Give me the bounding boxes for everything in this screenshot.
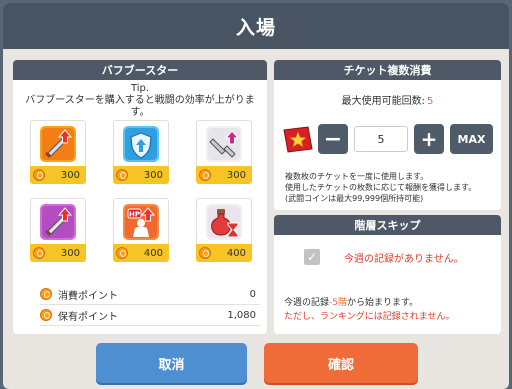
buff-price: 300 — [60, 169, 80, 181]
skip-status: 今週の記録がありません。 — [344, 253, 464, 265]
buff-item[interactable]: 300 — [30, 120, 86, 184]
shield-defense-up-icon — [113, 120, 169, 166]
increase-button[interactable]: + — [414, 124, 444, 154]
potion-hourglass-icon — [196, 198, 252, 244]
max-use-line: 最大使用可能回数: 5 — [274, 92, 501, 107]
max-use-label: 最大使用可能回数: — [341, 96, 425, 107]
cancel-button[interactable]: 取消 — [96, 343, 247, 383]
svg-text:HP: HP — [129, 210, 140, 218]
owned-points-label: 保有ポイント — [58, 311, 118, 323]
tip-text: バフブースターを購入すると戦闘の効率が上がります。 — [25, 95, 255, 118]
skip-note: 今週の記録-5階から始まります。 — [284, 295, 418, 308]
owned-points-value: 1,080 — [227, 309, 256, 321]
buff-item[interactable]: 400 — [196, 198, 252, 262]
buff-price: 400 — [226, 247, 246, 259]
coin-icon — [116, 247, 128, 259]
sword-critical-up-icon — [30, 198, 86, 244]
consumed-points-label: 消費ポイント — [58, 290, 118, 302]
coin-icon — [40, 288, 52, 300]
skip-checkbox[interactable]: ✓ — [304, 249, 320, 265]
floor-skip-title: 階層スキップ — [274, 215, 501, 235]
hp-up-icon: HP — [113, 198, 169, 244]
decrease-button[interactable]: − — [318, 124, 348, 154]
buff-item[interactable]: HP 400 — [113, 198, 169, 262]
desc-line: (武闘コインは最大99,999個所持可能) — [285, 194, 424, 203]
skip-row: ✓ 今週の記録がありません。 — [304, 249, 464, 265]
note-suffix: から始まります。 — [347, 298, 419, 308]
coin-icon — [33, 169, 45, 181]
check-icon: ✓ — [306, 250, 318, 264]
coin-icon — [33, 247, 45, 259]
buff-price: 300 — [60, 247, 80, 259]
floor-skip-panel: 階層スキップ ✓ 今週の記録がありません。 今週の記録-5階から始まります。 た… — [274, 215, 501, 334]
coin-icon — [199, 169, 211, 181]
broken-sword-icon — [196, 120, 252, 166]
coin-icon — [40, 309, 52, 321]
max-use-value: 5 — [427, 96, 434, 107]
ticket-description: 複数枚のチケットを一度に使用します。 使用したチケットの枚数に応じて報酬を獲得し… — [285, 171, 476, 204]
max-button[interactable]: MAX — [450, 124, 493, 154]
desc-line: 複数枚のチケットを一度に使用します。 — [285, 172, 429, 181]
ticket-panel-title: チケット複数消費 — [274, 60, 501, 80]
sword-attack-up-icon — [30, 120, 86, 166]
ticket-icon — [283, 126, 313, 153]
ranking-warning: ただし、ランキングには記録されません。 — [284, 312, 455, 322]
coin-icon — [199, 247, 211, 259]
buff-booster-title: バフブースター — [13, 60, 267, 80]
dialog-title: 入場 — [3, 3, 509, 49]
buff-price: 300 — [226, 169, 246, 181]
entry-dialog: 入場 バフブースター Tip. バフブースターを購入すると戦闘の効率が上がります… — [3, 3, 509, 389]
buff-item[interactable]: 300 — [113, 120, 169, 184]
note-floor: -5階 — [329, 298, 347, 308]
ticket-stepper: − 5 + MAX — [280, 124, 496, 154]
tip-label: Tip. — [130, 83, 150, 94]
buff-item[interactable]: 300 — [30, 198, 86, 262]
buff-price: 400 — [143, 247, 163, 259]
buff-booster-panel: バフブースター Tip. バフブースターを購入すると戦闘の効率が上がります。 3… — [13, 60, 267, 334]
consumed-points-row: 消費ポイント 0 — [40, 284, 260, 305]
buff-item[interactable]: 300 — [196, 120, 252, 184]
desc-line: 使用したチケットの枚数に応じて報酬を獲得します。 — [285, 183, 477, 192]
consumed-points-value: 0 — [249, 288, 256, 300]
ticket-count-input[interactable]: 5 — [354, 126, 408, 152]
owned-points-row: 保有ポイント 1,080 — [40, 305, 260, 326]
buff-price: 300 — [143, 169, 163, 181]
ticket-panel: チケット複数消費 最大使用可能回数: 5 − 5 + MAX 複数枚のチケットを一… — [274, 60, 501, 210]
points-summary: 消費ポイント 0 保有ポイント 1,080 — [40, 284, 260, 326]
note-prefix: 今週の記録 — [284, 298, 330, 308]
coin-icon — [116, 169, 128, 181]
confirm-button[interactable]: 確認 — [264, 343, 418, 383]
